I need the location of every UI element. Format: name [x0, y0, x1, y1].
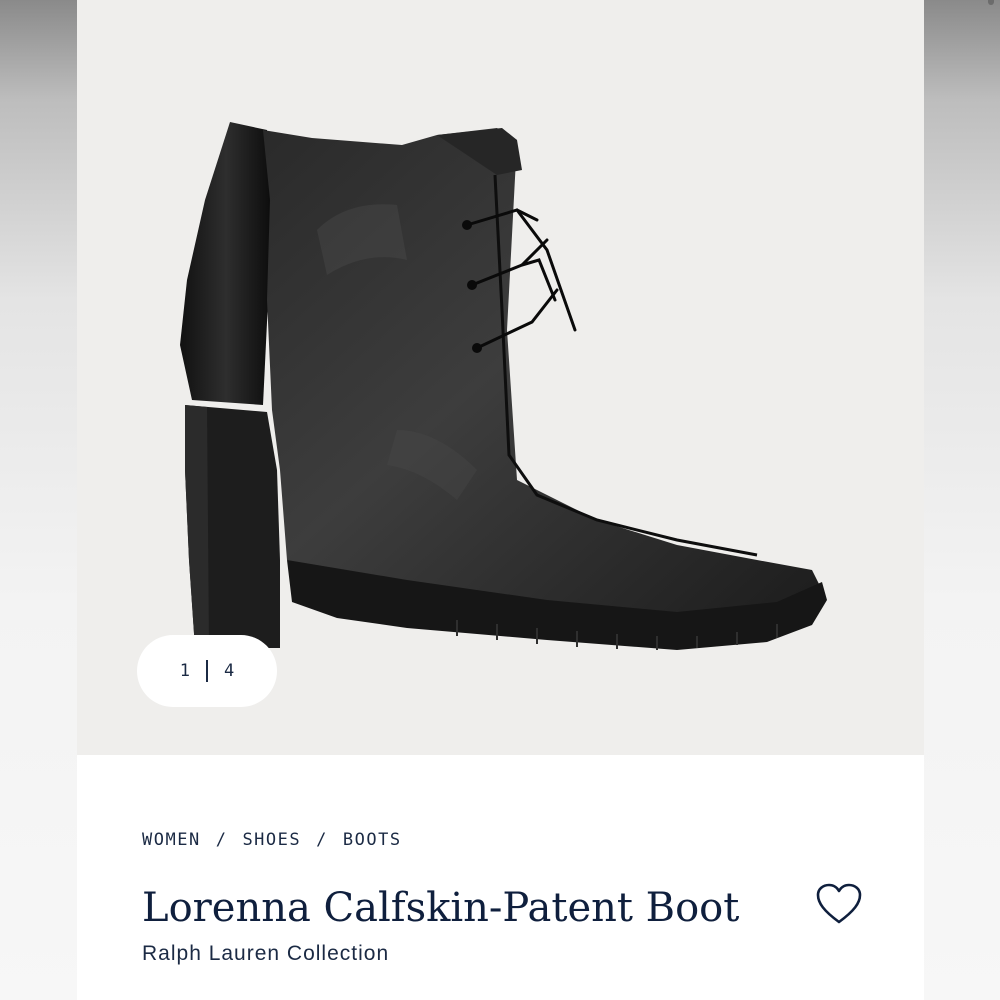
product-title: Lorenna Calfskin-Patent Boot	[142, 885, 740, 931]
screenshot-frame: 1 4 WOMEN / SHOES / BOOTS Lorenna Calfsk…	[0, 0, 1000, 1000]
pager-divider	[206, 660, 208, 682]
pager-current: 1	[179, 661, 190, 681]
breadcrumb: WOMEN / SHOES / BOOTS	[142, 830, 882, 850]
product-image-carousel[interactable]: 1 4	[77, 0, 924, 755]
wishlist-button[interactable]	[814, 880, 864, 930]
product-info: WOMEN / SHOES / BOOTS Lorenna Calfskin-P…	[142, 830, 882, 966]
right-background-band	[924, 0, 1000, 1000]
breadcrumb-separator: /	[316, 830, 328, 850]
breadcrumb-separator: /	[215, 830, 228, 850]
breadcrumb-link-shoes[interactable]: SHOES	[242, 830, 301, 850]
product-brand: Ralph Lauren Collection	[142, 942, 390, 965]
breadcrumb-link-boots[interactable]: BOOTS	[343, 830, 402, 850]
breadcrumb-link-women[interactable]: WOMEN	[142, 830, 201, 850]
product-card: 1 4 WOMEN / SHOES / BOOTS Lorenna Calfsk…	[77, 0, 924, 1000]
heart-outline-icon	[816, 883, 862, 924]
left-background-band	[0, 0, 77, 1000]
pager-total: 4	[224, 661, 235, 681]
image-pager[interactable]: 1 4	[137, 635, 277, 707]
